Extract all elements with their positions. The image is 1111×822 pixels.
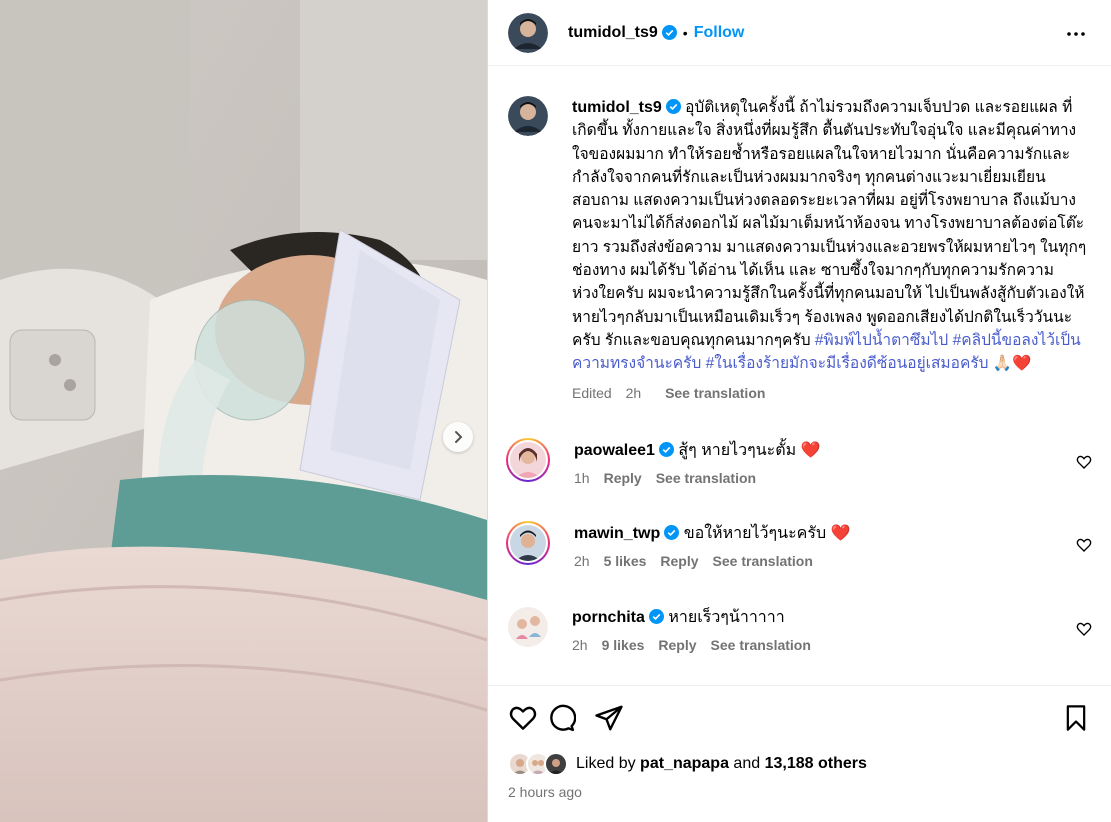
caption-username[interactable]: tumidol_ts9 bbox=[572, 99, 662, 116]
commenter-username[interactable]: mawin_twp bbox=[574, 525, 660, 542]
caption-text: อุบัติเหตุในครั้งนี้ ถ้าไม่รวมถึงความเจ็… bbox=[572, 99, 1087, 349]
comment-emoji: ❤️ bbox=[830, 525, 851, 542]
more-icon[interactable] bbox=[1064, 22, 1088, 46]
comment-icon[interactable] bbox=[546, 703, 576, 733]
comment-time: 2h bbox=[572, 637, 588, 653]
comment-text: ขอให้หายไว้ๆนะครับ bbox=[683, 525, 827, 542]
commenter-username[interactable]: paowalee1 bbox=[574, 442, 655, 459]
caption-meta: Edited 2h See translation bbox=[572, 382, 1088, 405]
comment-text: หายเร็วๆน้าาาาา bbox=[668, 609, 785, 626]
caption-emoji: 🙏🏻❤️ bbox=[992, 355, 1032, 373]
comment-likes[interactable]: 5 likes bbox=[604, 553, 647, 569]
chevron-right-icon bbox=[455, 431, 463, 443]
verified-icon bbox=[661, 25, 677, 40]
heart-icon[interactable] bbox=[1076, 454, 1092, 470]
likes-count[interactable]: 13,188 others bbox=[765, 755, 867, 773]
comment-text: สู้ๆ หายไวๆนะตั้ม bbox=[678, 442, 797, 459]
commenter-avatar[interactable] bbox=[508, 607, 548, 647]
bookmark-icon[interactable] bbox=[1062, 703, 1090, 733]
comment-emoji: ❤️ bbox=[800, 442, 821, 459]
liker-username[interactable]: pat_napapa bbox=[640, 755, 729, 773]
caption-author-avatar[interactable] bbox=[508, 96, 548, 136]
separator-dot: • bbox=[682, 24, 688, 41]
see-translation-link[interactable]: See translation bbox=[711, 637, 811, 653]
heart-icon[interactable] bbox=[1076, 537, 1092, 553]
comment-time: 2h bbox=[574, 553, 590, 569]
likes-summary[interactable]: Liked by pat_napapa and 13,188 others bbox=[508, 752, 867, 776]
reply-button[interactable]: Reply bbox=[658, 637, 696, 653]
caption: tumidol_ts9 อุบัติเหตุในครั้งนี้ ถ้าไม่ร… bbox=[508, 96, 1088, 405]
verified-icon bbox=[658, 442, 674, 457]
post-actions bbox=[508, 703, 1092, 733]
post-media[interactable] bbox=[0, 0, 487, 822]
liked-by-label: Liked by bbox=[576, 755, 636, 772]
author-username[interactable]: tumidol_ts9 bbox=[568, 24, 658, 42]
heart-icon[interactable] bbox=[1076, 621, 1092, 637]
share-icon[interactable] bbox=[594, 703, 624, 733]
likes-and: and bbox=[733, 755, 761, 772]
post-photo bbox=[0, 0, 487, 822]
post-header: tumidol_ts9 • Follow bbox=[488, 0, 1111, 66]
reply-button[interactable]: Reply bbox=[604, 470, 642, 486]
verified-icon bbox=[664, 525, 680, 540]
comment-item: pornchita หายเร็วๆน้าาาาา 2h 9 likes Reply… bbox=[508, 607, 1092, 653]
post-panel: tumidol_ts9 • Follow tumidol_ts9 อุบัติเ… bbox=[487, 0, 1111, 822]
post-time[interactable]: 2 hours ago bbox=[508, 784, 582, 800]
verified-icon bbox=[665, 99, 681, 114]
edited-label: Edited 2h bbox=[572, 384, 642, 401]
comment-time: 1h bbox=[574, 470, 590, 486]
see-translation-link[interactable]: See translation bbox=[665, 385, 765, 401]
hashtag-link[interactable]: #ในเรื่องร้ายมักจะมีเรื่องดีซ้อนอยู่เสมอ… bbox=[706, 355, 989, 372]
comment-item: mawin_twp ขอให้หายไว้ๆนะครับ ❤️ 2h 5 like… bbox=[506, 521, 1092, 569]
see-translation-link[interactable]: See translation bbox=[656, 470, 756, 486]
comment-likes[interactable]: 9 likes bbox=[602, 637, 645, 653]
hashtag-link[interactable]: #พิมพ์ไปน้ำตาซึมไป bbox=[815, 332, 948, 349]
next-media-button[interactable] bbox=[443, 422, 473, 452]
reply-button[interactable]: Reply bbox=[660, 553, 698, 569]
follow-button[interactable]: Follow bbox=[694, 24, 745, 42]
commenter-username[interactable]: pornchita bbox=[572, 609, 645, 626]
heart-icon[interactable] bbox=[508, 703, 538, 733]
actions-divider bbox=[488, 685, 1111, 686]
commenter-avatar[interactable] bbox=[506, 521, 550, 565]
author-avatar[interactable] bbox=[508, 12, 548, 53]
see-translation-link[interactable]: See translation bbox=[713, 553, 813, 569]
liker-avatars bbox=[508, 752, 572, 776]
comment-item: paowalee1 สู้ๆ หายไวๆนะตั้ม ❤️ 1h Reply Se… bbox=[506, 438, 1092, 486]
commenter-avatar[interactable] bbox=[506, 438, 550, 482]
verified-icon bbox=[648, 609, 664, 624]
